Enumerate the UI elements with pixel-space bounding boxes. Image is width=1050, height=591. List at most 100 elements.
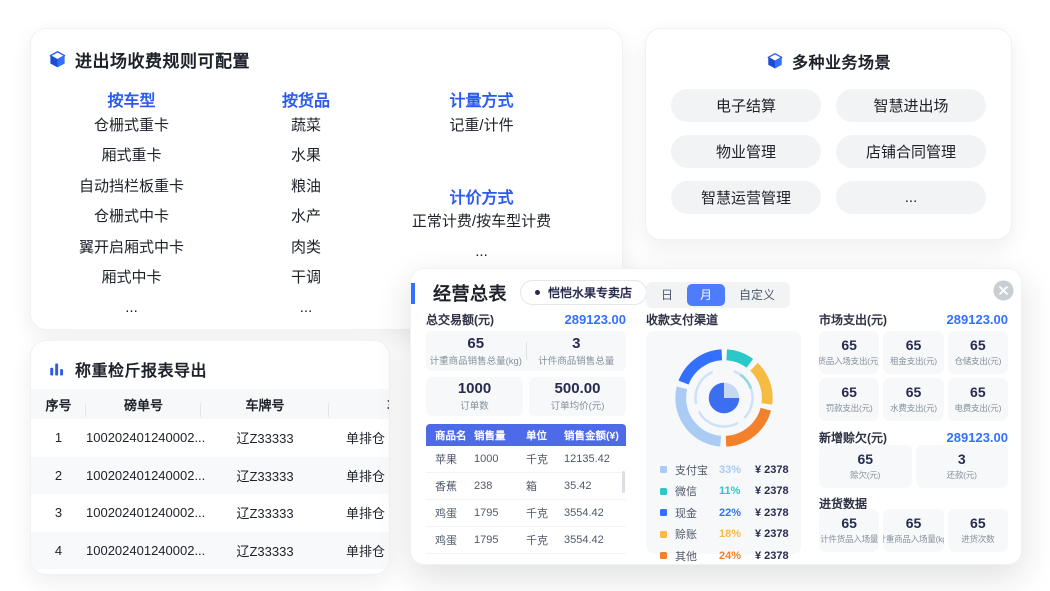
- metric-box: 65赊欠(元): [819, 445, 912, 488]
- weigh-cell: 1: [31, 430, 86, 445]
- product-header-cell: 商品名: [426, 428, 474, 443]
- metric-label: 仓储支出(元): [954, 355, 1001, 367]
- metric-value: 65: [841, 338, 857, 353]
- rule-item: 正常计费/按车型计费: [399, 206, 564, 237]
- metric-value: 65: [970, 516, 986, 531]
- legend-percent: 33%: [719, 464, 755, 476]
- metric-value: 65: [906, 516, 922, 531]
- product-cell: 鸡蛋: [426, 505, 474, 521]
- legend-name: 现金: [675, 505, 719, 521]
- table-row: 1100202401240002...辽Z33333单排仓: [31, 419, 390, 457]
- scenario-button[interactable]: 电子结算: [671, 89, 821, 122]
- weigh-cell: 辽Z33333: [201, 503, 329, 522]
- weigh-table: 序号磅单号车牌号车型1100202401240002...辽Z33333单排仓2…: [31, 389, 390, 569]
- close-icon[interactable]: [993, 280, 1014, 301]
- scenario-button[interactable]: 智慧运营管理: [671, 181, 821, 214]
- scenario-button[interactable]: 物业管理: [671, 135, 821, 168]
- rules-column-goods: 按货品 蔬菜水果粮油水产肉类干调...: [256, 87, 356, 323]
- legend-percent: 24%: [719, 550, 755, 562]
- stat-box: 1000订单数: [426, 377, 523, 416]
- cube-icon: [766, 52, 784, 70]
- rules-panel-title: 进出场收费规则可配置: [75, 47, 250, 72]
- measure-header: 计量方式: [399, 87, 564, 109]
- weigh-cell: 100202401240002...: [86, 505, 201, 520]
- metric-value: 65: [970, 385, 986, 400]
- table-row: 鸡蛋1795千克3554.42: [426, 500, 626, 527]
- scenario-button[interactable]: 智慧进出场: [836, 89, 986, 122]
- rules-column-methods: 计量方式 记重/计件 计价方式 正常计费/按车型计费...: [399, 87, 564, 267]
- scenario-button[interactable]: 店铺合同管理: [836, 135, 986, 168]
- market-expense-value: 289123.00: [947, 312, 1008, 327]
- legend-amount: ¥ 2378: [755, 485, 789, 497]
- credit-boxes: 65赊欠(元) 3 还款(元): [819, 445, 1008, 488]
- metric-label: 计件货品入场量: [820, 533, 878, 545]
- purchase-boxes: 65计件货品入场量65计重商品入场量(kg)65进货次数: [819, 509, 1008, 552]
- scenario-button[interactable]: ...: [836, 181, 986, 214]
- tab-custom[interactable]: 自定义: [726, 284, 788, 306]
- rule-item: ...: [59, 292, 204, 323]
- metric-box: 65 仓储支出(元): [948, 331, 1008, 374]
- metric-box: 65 计重商品入场量(kg): [883, 509, 943, 552]
- rule-item: 自动挡栏板重卡: [59, 170, 204, 201]
- weigh-cell: 辽Z33333: [201, 428, 329, 447]
- rule-item: 肉类: [256, 231, 356, 262]
- product-header-cell: 销售金额(¥): [564, 428, 626, 443]
- rule-item: 仓栅式中卡: [59, 201, 204, 232]
- rule-item: 厢式中卡: [59, 262, 204, 293]
- metric-box: 65租金支出(元): [883, 331, 943, 374]
- scenarios-panel-title: 多种业务场景: [792, 49, 891, 73]
- metric-value: 3: [958, 452, 966, 467]
- metric-box: 65计件货品入场量: [819, 509, 879, 552]
- scenarios-panel-header: 多种业务场景: [646, 29, 1011, 73]
- legend-amount: ¥ 2378: [755, 464, 789, 476]
- product-cell: 箱: [526, 478, 564, 494]
- product-cell: 鸡蛋: [426, 532, 474, 548]
- stat-label: 订单数: [460, 398, 489, 412]
- sales-volume-box: 65计重商品销售总量(kg)3计件商品销售总量: [426, 331, 626, 371]
- metric-value: 65: [906, 385, 922, 400]
- tab-day[interactable]: 日: [648, 284, 686, 306]
- stat-value: 65: [426, 336, 526, 352]
- weigh-panel-header: 称重检斤报表导出: [31, 341, 389, 381]
- channels-title: 收款支付渠道: [646, 311, 718, 328]
- store-name: 恺恺水果专卖店: [548, 284, 632, 301]
- donut-chart: [665, 339, 783, 457]
- report-panel-title: 经营总表: [433, 280, 507, 306]
- stat-value: 3: [527, 336, 627, 352]
- product-table-header: 商品名销售量单位销售金额(¥): [426, 424, 626, 446]
- legend-item: 其他24%¥ 2378: [660, 545, 801, 567]
- weigh-panel-title: 称重检斤报表导出: [75, 357, 207, 381]
- page: 进出场收费规则可配置 按车型 仓栅式重卡厢式重卡自动挡栏板重卡仓栅式中卡翼开启厢…: [0, 0, 1050, 591]
- legend-swatch: [660, 466, 667, 473]
- rule-item: ...: [399, 236, 564, 267]
- metric-value: 65: [841, 385, 857, 400]
- metric-label: 还款(元): [947, 469, 977, 481]
- metric-value: 65: [970, 338, 986, 353]
- legend-name: 其他: [675, 548, 719, 564]
- table-row: 3100202401240002...辽Z33333单排仓: [31, 494, 390, 532]
- product-cell: 千克: [526, 505, 564, 521]
- tab-month[interactable]: 月: [687, 284, 725, 306]
- legend-percent: 18%: [719, 528, 755, 540]
- weigh-report-panel: 称重检斤报表导出 序号磅单号车牌号车型1100202401240002...辽Z…: [30, 340, 390, 575]
- metric-value: 65: [857, 452, 873, 467]
- legend-swatch: [660, 531, 667, 538]
- stat-label: 计件商品销售总量: [527, 353, 627, 367]
- bar-chart-icon: [49, 361, 66, 378]
- weigh-cell: 辽Z33333: [201, 541, 329, 560]
- metric-box: 65 货品入场支出(元): [819, 331, 879, 374]
- weigh-cell: 单排仓: [329, 541, 390, 560]
- legend-percent: 11%: [719, 485, 755, 497]
- rule-item: 仓栅式重卡: [59, 109, 204, 140]
- product-cell: 1000: [474, 453, 526, 465]
- rule-item: 水果: [256, 140, 356, 171]
- rules-column-vehicle: 按车型 仓栅式重卡厢式重卡自动挡栏板重卡仓栅式中卡翼开启厢式中卡厢式中卡...: [59, 87, 204, 323]
- metric-label: 计重商品入场量(kg): [883, 533, 943, 545]
- stat-label: 计重商品销售总量(kg): [426, 353, 526, 367]
- metric-box: 65水费支出(元): [883, 378, 943, 421]
- product-header-cell: 销售量: [474, 428, 526, 443]
- legend-swatch: [660, 488, 667, 495]
- metric-label: 货品入场支出(元): [819, 355, 879, 367]
- legend-name: 微信: [675, 483, 719, 499]
- store-selector[interactable]: 恺恺水果专卖店: [520, 280, 647, 305]
